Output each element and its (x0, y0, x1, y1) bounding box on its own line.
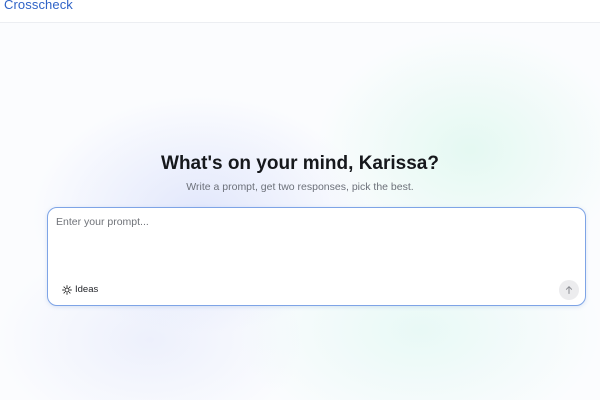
top-bar: Crosscheck (0, 0, 600, 23)
ideas-label: Ideas (75, 284, 99, 295)
lightbulb-icon (62, 284, 72, 295)
send-button[interactable] (559, 280, 579, 300)
brand-logo[interactable]: Crosscheck (4, 0, 73, 12)
background-gradient (0, 0, 600, 400)
prompt-box: Ideas (47, 207, 586, 306)
page-subtitle: Write a prompt, get two responses, pick … (186, 181, 414, 193)
arrow-up-icon (564, 285, 574, 295)
prompt-input[interactable] (56, 216, 576, 256)
ideas-button[interactable]: Ideas (62, 284, 98, 295)
page-title: What's on your mind, Karissa? (161, 153, 439, 174)
